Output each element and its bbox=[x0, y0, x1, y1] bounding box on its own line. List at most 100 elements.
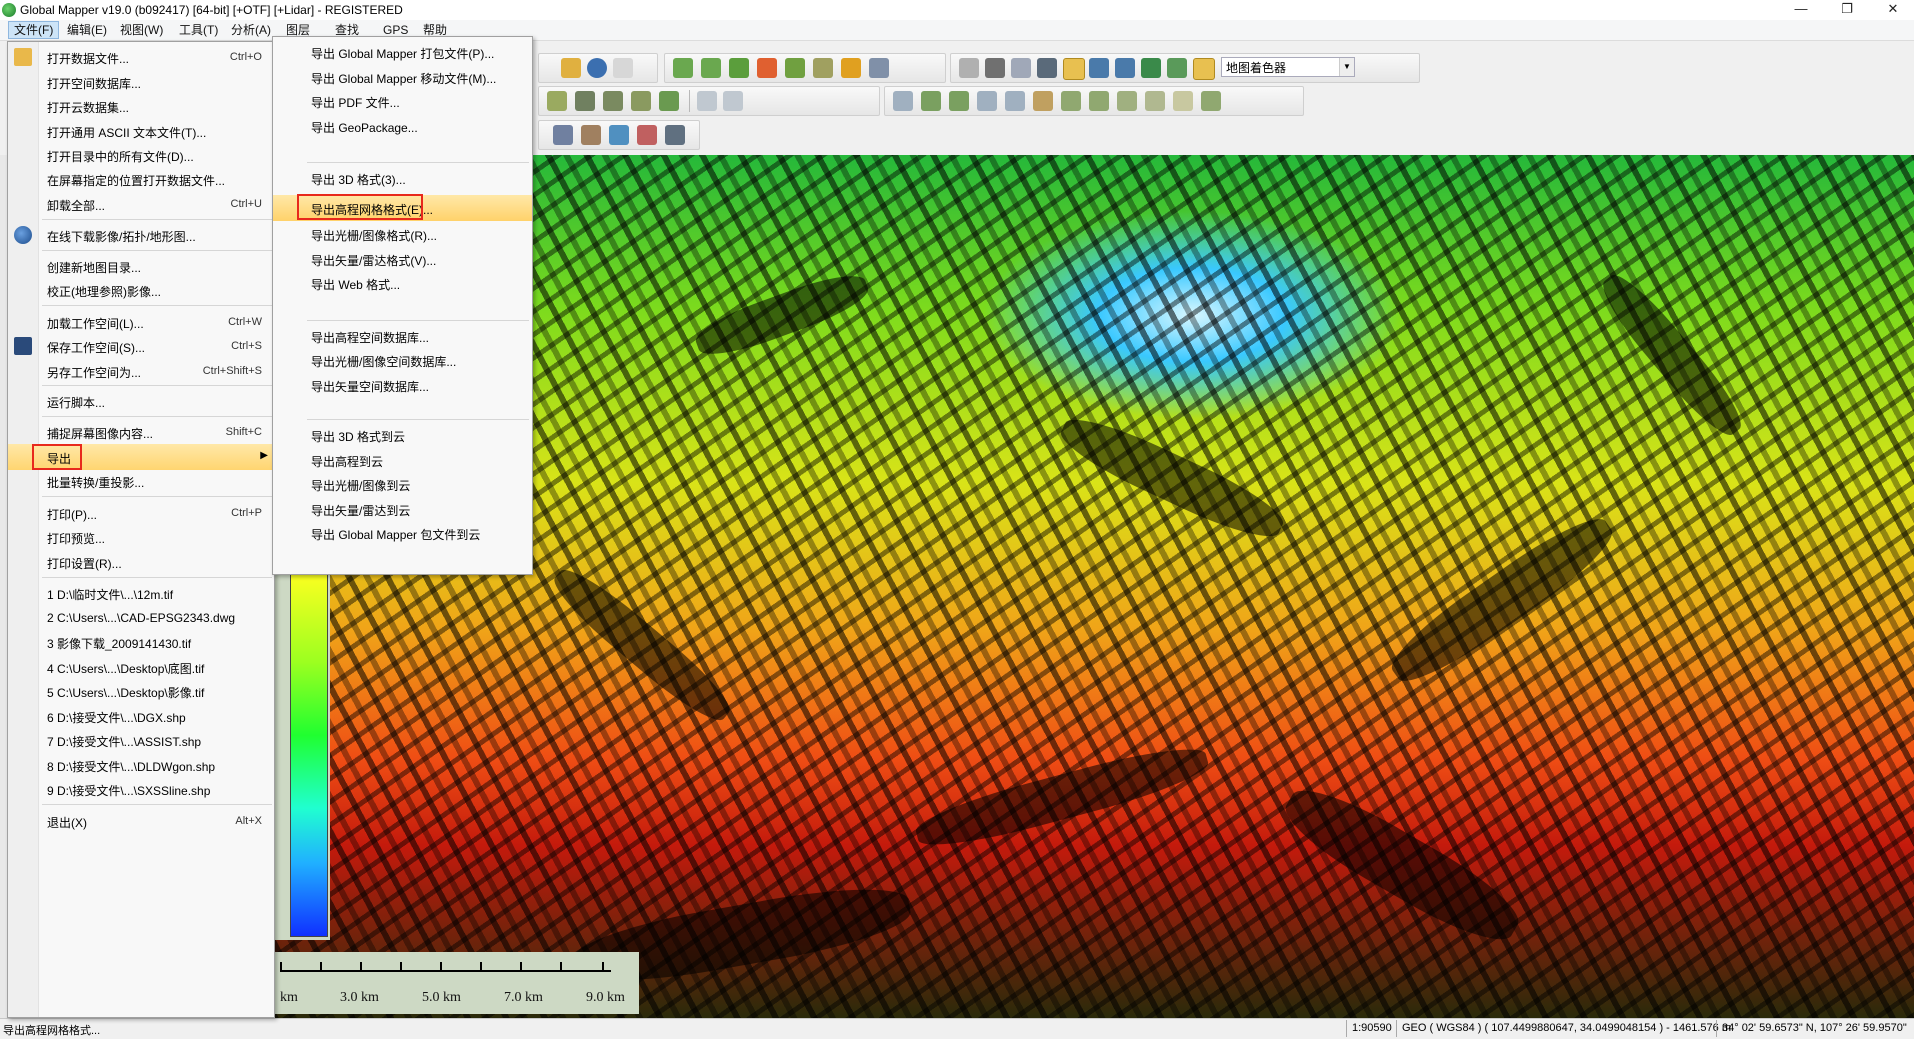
menu-recent-file[interactable]: 1 D:\临时文件\...\12m.tif bbox=[8, 580, 274, 606]
menu-open-spatial-db[interactable]: 打开空间数据库... bbox=[8, 69, 274, 95]
submenu-export-3d[interactable]: 导出 3D 格式(3)... bbox=[273, 165, 532, 191]
overview-icon[interactable] bbox=[959, 58, 979, 78]
north-icon[interactable] bbox=[1011, 58, 1031, 78]
rotate-icon[interactable] bbox=[985, 58, 1005, 78]
plane-icon[interactable] bbox=[869, 58, 889, 78]
scale-icon[interactable] bbox=[921, 91, 941, 111]
menu-open-directory[interactable]: 打开目录中的所有文件(D)... bbox=[8, 142, 274, 168]
menu-tools[interactable]: 工具(T) bbox=[174, 22, 223, 38]
water-icon[interactable] bbox=[1115, 58, 1135, 78]
submenu-export-elevation-db[interactable]: 导出高程空间数据库... bbox=[273, 323, 532, 349]
menu-save-workspace-as[interactable]: 另存工作空间为... Ctrl+Shift+S bbox=[8, 358, 274, 384]
split-icon[interactable] bbox=[949, 91, 969, 111]
menu-online-download[interactable]: 在线下载影像/拓扑/地形图... bbox=[8, 222, 274, 248]
menu-open-at-location[interactable]: 在屏幕指定的位置打开数据文件... bbox=[8, 166, 274, 192]
submenu-export-raster[interactable]: 导出光栅/图像格式(R)... bbox=[273, 221, 532, 247]
menu-load-workspace[interactable]: 加载工作空间(L)... Ctrl+W bbox=[8, 309, 274, 335]
pencil-icon[interactable] bbox=[561, 58, 581, 78]
shaded-relief-icon[interactable] bbox=[1063, 58, 1085, 80]
menu-recent-file[interactable]: 2 C:\Users\...\CAD-EPSG2343.dwg bbox=[8, 605, 274, 631]
image-icon[interactable] bbox=[841, 58, 861, 78]
elevation-shading-icon[interactable] bbox=[1193, 58, 1215, 80]
menu-file[interactable]: 文件(F) bbox=[8, 21, 60, 39]
reshape-icon[interactable] bbox=[723, 91, 743, 111]
building-icon[interactable] bbox=[553, 125, 573, 145]
submenu-export-elevation-cloud[interactable]: 导出高程到云 bbox=[273, 447, 532, 473]
line-icon[interactable] bbox=[1033, 91, 1053, 111]
menu-recent-file[interactable]: 5 C:\Users\...\Desktop\影像.tif bbox=[8, 678, 274, 704]
menu-run-script[interactable]: 运行脚本... bbox=[8, 388, 274, 414]
select-icon[interactable] bbox=[697, 91, 717, 111]
menu-print-preview[interactable]: 打印预览... bbox=[8, 524, 274, 550]
menu-print[interactable]: 打印(P)... Ctrl+P bbox=[8, 500, 274, 526]
menu-view[interactable]: 视图(W) bbox=[115, 22, 168, 38]
digitize-icon[interactable] bbox=[547, 91, 567, 111]
ruler-icon[interactable] bbox=[1201, 91, 1221, 111]
profile-icon[interactable] bbox=[701, 58, 721, 78]
3d-view-icon[interactable] bbox=[1037, 58, 1057, 78]
mountain-icon[interactable] bbox=[1167, 58, 1187, 78]
submenu-export-gm-mobile[interactable]: 导出 Global Mapper 移动文件(M)... bbox=[273, 64, 532, 90]
info-icon[interactable] bbox=[587, 58, 607, 78]
menu-open-cloud-dataset[interactable]: 打开云数据集... bbox=[8, 93, 274, 119]
terrain-icon[interactable] bbox=[673, 58, 693, 78]
maximize-button[interactable]: ❐ bbox=[1824, 0, 1870, 20]
menu-unload-all[interactable]: 卸载全部... Ctrl+U bbox=[8, 191, 274, 217]
menu-open-ascii[interactable]: 打开通用 ASCII 文本文件(T)... bbox=[8, 118, 274, 144]
menu-edit[interactable]: 编辑(E) bbox=[62, 22, 112, 38]
minimize-button[interactable]: — bbox=[1778, 0, 1824, 20]
tree-icon[interactable] bbox=[1141, 58, 1161, 78]
menu-recent-file[interactable]: 9 D:\接受文件\...\SXSSline.shp bbox=[8, 776, 274, 802]
connect-icon[interactable] bbox=[1089, 91, 1109, 111]
menu-recent-file[interactable]: 3 影像下载_2009141430.tif bbox=[8, 629, 274, 655]
move-icon[interactable] bbox=[893, 91, 913, 111]
crop-icon[interactable] bbox=[1173, 91, 1193, 111]
close-button[interactable]: ✕ bbox=[1870, 0, 1914, 20]
menu-create-catalog[interactable]: 创建新地图目录... bbox=[8, 253, 274, 279]
menu-print-setup[interactable]: 打印设置(R)... bbox=[8, 549, 274, 575]
merge-icon[interactable] bbox=[1117, 91, 1137, 111]
menu-recent-file[interactable]: 4 C:\Users\...\Desktop\底图.tif bbox=[8, 654, 274, 680]
menu-capture-screen[interactable]: 捕捉屏幕图像内容... Shift+C bbox=[8, 419, 274, 445]
submenu-export-raster-cloud[interactable]: 导出光栅/图像到云 bbox=[273, 471, 532, 497]
menu-recent-file[interactable]: 6 D:\接受文件\...\DGX.shp bbox=[8, 703, 274, 729]
submenu-export-geopackage[interactable]: 导出 GeoPackage... bbox=[273, 113, 532, 139]
view-shed-icon[interactable] bbox=[757, 58, 777, 78]
find-icon[interactable] bbox=[613, 58, 633, 78]
measure-icon[interactable] bbox=[813, 58, 833, 78]
path-icon[interactable] bbox=[785, 58, 805, 78]
points-icon[interactable] bbox=[637, 125, 657, 145]
contour-icon[interactable] bbox=[1089, 58, 1109, 78]
submenu-export-web[interactable]: 导出 Web 格式... bbox=[273, 270, 532, 296]
menu-rectify-image[interactable]: 校正(地理参照)影像... bbox=[8, 277, 274, 303]
pan-icon[interactable] bbox=[977, 91, 997, 111]
smooth-icon[interactable] bbox=[1145, 91, 1165, 111]
menu-exit[interactable]: 退出(X) Alt+X bbox=[8, 808, 274, 834]
shader-select[interactable]: 地图着色器 ▼ bbox=[1221, 57, 1355, 77]
submenu-export-vector-db[interactable]: 导出矢量空间数据库... bbox=[273, 372, 532, 398]
cut-icon[interactable] bbox=[1005, 91, 1025, 111]
vertex-icon[interactable] bbox=[1061, 91, 1081, 111]
submenu-export-vector[interactable]: 导出矢量/雷达格式(V)... bbox=[273, 246, 532, 272]
menu-open-data-file[interactable]: 打开数据文件... Ctrl+O bbox=[8, 44, 274, 70]
menu-analysis[interactable]: 分析(A) bbox=[226, 22, 276, 38]
submenu-export-pdf[interactable]: 导出 PDF 文件... bbox=[273, 88, 532, 114]
chevron-down-icon[interactable]: ▼ bbox=[1339, 58, 1354, 76]
volume-icon[interactable] bbox=[729, 58, 749, 78]
menu-recent-file[interactable]: 7 D:\接受文件\...\ASSIST.shp bbox=[8, 727, 274, 753]
grid-icon[interactable] bbox=[603, 91, 623, 111]
target-icon[interactable] bbox=[575, 91, 595, 111]
key-icon[interactable] bbox=[665, 125, 685, 145]
menu-recent-file[interactable]: 8 D:\接受文件\...\DLDWgon.shp bbox=[8, 752, 274, 778]
submenu-export-3d-cloud[interactable]: 导出 3D 格式到云 bbox=[273, 422, 532, 448]
edit-area-icon[interactable] bbox=[659, 91, 679, 111]
tower-icon[interactable] bbox=[581, 125, 601, 145]
submenu-export-vector-cloud[interactable]: 导出矢量/雷达到云 bbox=[273, 496, 532, 522]
menu-batch-convert[interactable]: 批量转换/重投影... bbox=[8, 468, 274, 494]
menu-save-workspace[interactable]: 保存工作空间(S)... Ctrl+S bbox=[8, 333, 274, 359]
submenu-export-raster-db[interactable]: 导出光栅/图像空间数据库... bbox=[273, 347, 532, 373]
drop-icon[interactable] bbox=[609, 125, 629, 145]
submenu-export-gm-package[interactable]: 导出 Global Mapper 打包文件(P)... bbox=[273, 39, 532, 65]
edit-line-icon[interactable] bbox=[631, 91, 651, 111]
submenu-export-gm-package-cloud[interactable]: 导出 Global Mapper 包文件到云 bbox=[273, 520, 532, 546]
